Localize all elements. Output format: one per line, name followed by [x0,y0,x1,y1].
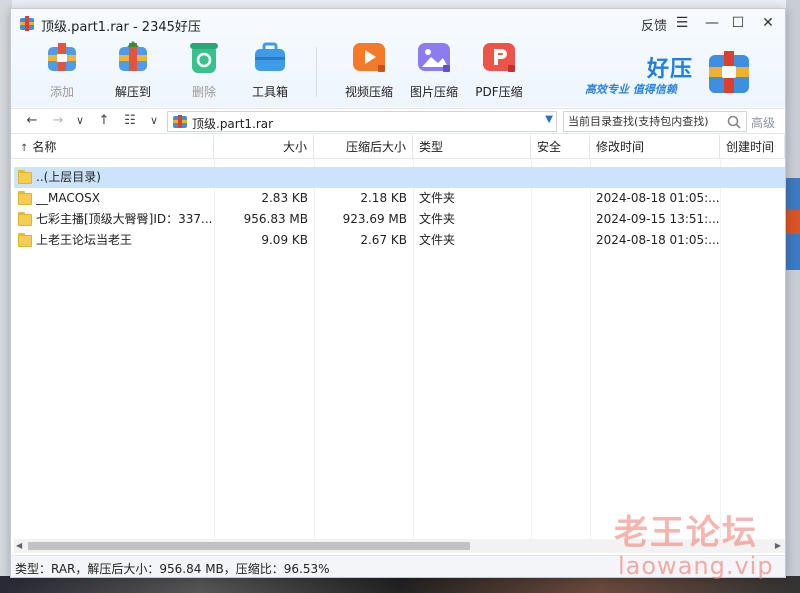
pdf-compress-icon [481,39,517,75]
back-arrow-icon[interactable]: ← [23,112,41,130]
file-modified: 2024-08-18 01:05:... [596,233,720,247]
archive-path-icon [173,115,187,128]
forward-arrow-icon[interactable]: → [49,112,67,130]
up-arrow-icon[interactable]: ↑ [95,112,113,130]
list-item[interactable]: 上老王论坛当老王 9.09 KB 2.67 KB 文件夹 2024-08-18 … [14,230,785,251]
toolbox-icon [252,39,288,75]
close-button[interactable]: ✕ [757,14,779,32]
brand-name: 好压 [647,57,694,82]
list-item[interactable]: __MACOSX 2.83 KB 2.18 KB 文件夹 2024-08-18 … [14,188,785,209]
watermark-title: 老王论坛 [614,513,758,553]
extract-to-button-label: 解压到 [114,85,151,99]
file-name: 上老王论坛当老王 [36,233,133,247]
file-size: 956.83 MB [243,212,308,226]
list-item-parent-dir[interactable]: ..(上层目录) [14,167,785,188]
scroll-right-icon[interactable]: ▶ [775,541,781,550]
brand-logo-icon [709,51,749,93]
column-created-header[interactable]: 创建时间 [720,135,785,159]
view-mode-icon[interactable]: ☷ [121,112,139,130]
minimize-button[interactable]: — [701,14,723,32]
toolbox-button[interactable]: 工具箱 [239,39,301,103]
column-type-header[interactable]: 类型 [413,135,531,159]
file-name: 七彩主播[顶级大臀臀]ID：337... [36,212,212,226]
maximize-button[interactable]: ☐ [727,14,749,32]
toolbox-button-label: 工具箱 [251,85,288,99]
column-security-header[interactable]: 安全 [531,135,590,159]
search-icon[interactable] [726,114,742,130]
pdf-compress-button[interactable]: PDF压缩 [468,39,530,103]
advanced-search-link[interactable]: 高级 [751,114,775,131]
file-type: 文件夹 [419,191,456,205]
feedback-button[interactable]: 反馈 [641,15,667,34]
address-bar-row: ← → ∨ ↑ ☷ ∨ 顶级.part1.rar ▼ 高级 [11,108,785,134]
view-mode-chevron-down-icon[interactable]: ∨ [145,112,163,130]
delete-button[interactable]: 删除 [173,39,235,103]
file-size: 9.09 KB [261,233,308,247]
add-button-label: 添加 [49,85,74,99]
scrollbar-thumb[interactable] [28,542,470,550]
add-button[interactable]: 添加 [31,39,93,103]
brand-slogan: 高效专业 值得信赖 [585,83,677,96]
image-compress-button[interactable]: 图片压缩 [403,39,465,103]
title-bar[interactable]: 顶级.part1.rar - 2345好压 反馈 ☰ — ☐ ✕ [11,9,785,37]
brand-area: 好压 高效专业 值得信赖 [585,47,781,103]
header-area: 顶级.part1.rar - 2345好压 反馈 ☰ — ☐ ✕ 添加 解压到 … [11,9,785,107]
pdf-compress-button-label: PDF压缩 [475,85,523,99]
toolbar-separator [316,47,317,97]
search-box[interactable] [563,111,747,132]
desktop-icon-tile-accent [786,210,800,234]
recycle-delete-icon [186,39,222,75]
column-name-header[interactable]: ↑ 名称 [14,135,214,159]
add-archive-icon [44,39,80,75]
file-name: ..(上层目录) [36,170,101,184]
file-type: 文件夹 [419,212,456,226]
folder-icon [18,212,32,226]
column-name-label: 名称 [32,140,57,154]
file-name: __MACOSX [36,191,101,205]
video-compress-button[interactable]: 视频压缩 [338,39,400,103]
sort-up-arrow-icon: ↑ [20,143,29,154]
image-compress-button-label: 图片压缩 [409,85,458,99]
column-packed-header[interactable]: 压缩后大小 [314,135,413,159]
extract-icon [115,39,151,75]
folder-icon [18,191,32,205]
video-compress-button-label: 视频压缩 [344,85,393,99]
history-chevron-down-icon[interactable]: ∨ [71,112,89,130]
column-modified-header[interactable]: 修改时间 [590,135,720,159]
watermark-url: laowang.vip [618,552,774,580]
file-type: 文件夹 [419,233,456,247]
status-text: 类型：RAR，解压后大小：956.84 MB，压缩比：96.53% [15,562,330,576]
window-title: 顶级.part1.rar - 2345好压 [41,20,201,35]
desktop-right-strip [786,0,800,593]
column-size-header[interactable]: 大小 [214,135,314,159]
column-header-row: ↑ 名称 大小 压缩后大小 类型 安全 修改时间 创建时间 [11,135,785,159]
image-compress-icon [416,39,452,75]
extract-to-button[interactable]: 解压到 [102,39,164,103]
archive-window: 顶级.part1.rar - 2345好压 反馈 ☰ — ☐ ✕ 添加 解压到 … [10,8,786,578]
file-modified: 2024-08-18 01:05:... [596,191,720,205]
list-item[interactable]: 七彩主播[顶级大臀臀]ID：337... 956.83 MB 923.69 MB… [14,209,785,230]
file-packed-size: 923.69 MB [342,212,407,226]
path-text: 顶级.part1.rar [192,117,274,131]
scroll-left-icon[interactable]: ◀ [16,541,22,550]
folder-icon [18,233,32,247]
search-input[interactable] [568,113,720,130]
file-list: ↑ 名称 大小 压缩后大小 类型 安全 修改时间 创建时间 ..(上层目录) __… [11,135,785,539]
archive-app-icon [20,16,34,31]
delete-button-label: 删除 [191,85,216,99]
path-field[interactable]: 顶级.part1.rar ▼ [167,111,557,132]
video-compress-icon [351,39,387,75]
menu-icon[interactable]: ☰ [671,14,693,32]
file-packed-size: 2.67 KB [360,233,407,247]
path-dropdown-icon[interactable]: ▼ [545,114,553,125]
folder-icon [18,170,32,184]
file-packed-size: 2.18 KB [360,191,407,205]
file-modified: 2024-09-15 13:51:... [596,212,720,226]
file-size: 2.83 KB [261,191,308,205]
